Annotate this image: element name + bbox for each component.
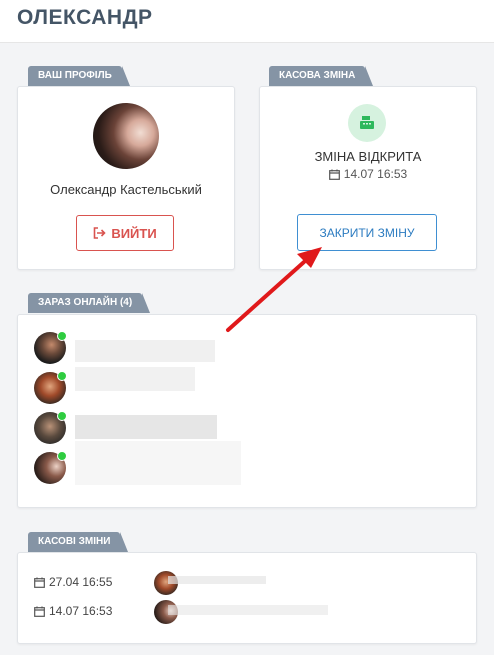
sessions-card: 27.04 16:55 14.07 16:53 bbox=[17, 552, 477, 644]
redacted-name bbox=[75, 340, 215, 362]
shift-card: ЗМІНА ВІДКРИТА 14.07 16:53 ЗАКРИТИ ЗМІНУ bbox=[259, 86, 477, 270]
profile-card: Олександр Кастельський ВИЙТИ bbox=[17, 86, 235, 270]
profile-section-label: ВАШ ПРОФІЛЬ bbox=[28, 66, 130, 86]
logout-label: ВИЙТИ bbox=[111, 225, 157, 241]
calendar-icon bbox=[34, 606, 45, 617]
close-shift-button[interactable]: ЗАКРИТИ ЗМІНУ bbox=[297, 214, 437, 251]
shift-opened-at-value: 14.07 16:53 bbox=[343, 167, 408, 181]
session-date: 14.07 16:53 bbox=[49, 604, 113, 618]
redacted-name bbox=[168, 576, 266, 584]
shift-section-label: КАСОВА ЗМІНА bbox=[269, 66, 374, 86]
shift-opened-at: 14.07 16:53 bbox=[260, 167, 476, 181]
online-section-label: ЗАРАЗ ОНЛАЙН (4) bbox=[28, 293, 151, 313]
redacted-name bbox=[75, 367, 195, 391]
online-status-icon bbox=[57, 371, 67, 381]
online-status-icon bbox=[57, 451, 67, 461]
page-title: ОЛЕКСАНДР bbox=[17, 6, 153, 29]
session-date: 27.04 16:55 bbox=[49, 575, 113, 589]
shift-status: ЗМІНА ВІДКРИТА bbox=[314, 149, 422, 164]
online-card bbox=[17, 314, 477, 508]
redacted-name bbox=[75, 415, 217, 439]
logout-button[interactable]: ВИЙТИ bbox=[76, 215, 174, 251]
session-item[interactable]: 14.07 16:53 bbox=[34, 604, 112, 618]
online-status-icon bbox=[57, 411, 67, 421]
session-item[interactable]: 27.04 16:55 bbox=[34, 575, 112, 589]
online-status-icon bbox=[57, 331, 67, 341]
calendar-icon bbox=[328, 169, 340, 180]
profile-name: Олександр Кастельський bbox=[50, 182, 202, 197]
page-header: ОЛЕКСАНДР bbox=[0, 0, 494, 43]
calendar-icon bbox=[34, 577, 45, 588]
sessions-section-label: КАСОВІ ЗМІНИ bbox=[28, 532, 129, 552]
sign-out-icon bbox=[94, 227, 106, 239]
redacted-name bbox=[168, 605, 328, 615]
redacted-name bbox=[75, 441, 241, 485]
profile-avatar bbox=[93, 103, 159, 169]
cash-register-icon bbox=[348, 104, 386, 142]
